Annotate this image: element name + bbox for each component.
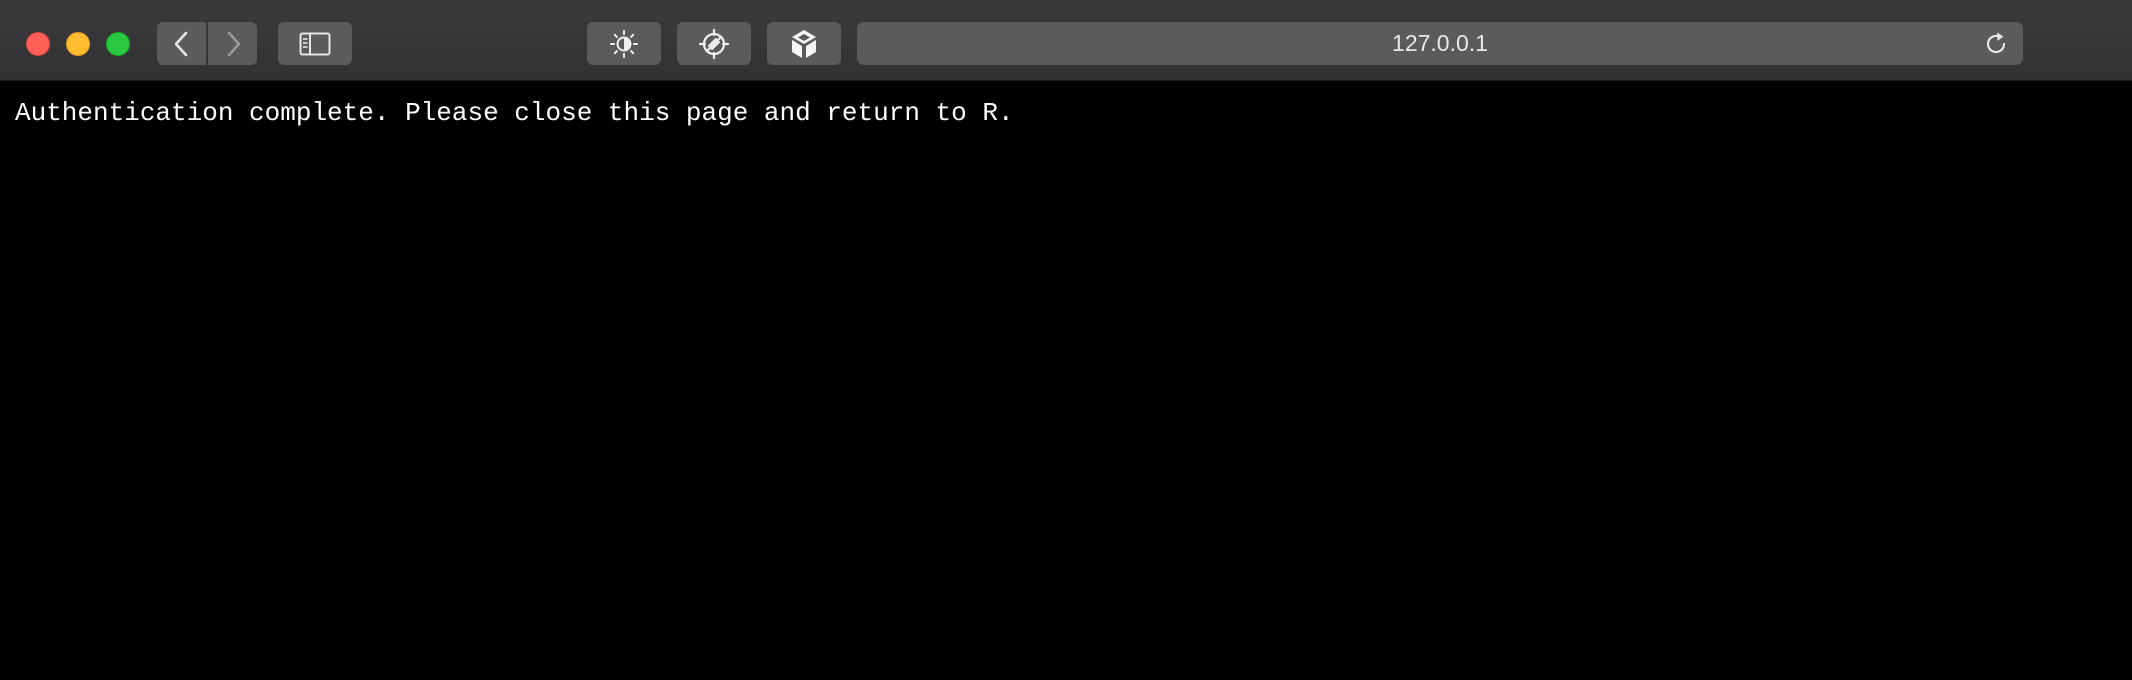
- maximize-window-button[interactable]: [106, 32, 130, 56]
- authentication-message: Authentication complete. Please close th…: [15, 98, 1014, 128]
- cube-extension-button[interactable]: [767, 22, 841, 65]
- chevron-left-icon: [174, 31, 187, 56]
- chevron-right-icon: [227, 31, 240, 56]
- back-button[interactable]: [157, 22, 206, 65]
- sidebar-icon: [299, 32, 331, 55]
- brightness-extension-button[interactable]: [587, 22, 661, 65]
- target-extension-button[interactable]: [677, 22, 751, 65]
- browser-window: 127.0.0.1 Authentication complete. Pleas…: [0, 0, 2132, 680]
- minimize-window-button[interactable]: [66, 32, 90, 56]
- forward-button[interactable]: [208, 22, 257, 65]
- address-bar[interactable]: 127.0.0.1: [857, 22, 2023, 65]
- target-blocked-icon: [698, 28, 730, 59]
- close-window-button[interactable]: [26, 32, 50, 56]
- reload-icon[interactable]: [1983, 31, 2009, 57]
- brightness-icon: [610, 29, 638, 58]
- sidebar-toggle-button[interactable]: [278, 22, 352, 65]
- cube-icon: [792, 29, 816, 58]
- browser-toolbar: 127.0.0.1: [0, 0, 2132, 81]
- url-text[interactable]: 127.0.0.1: [857, 22, 2023, 65]
- page-content: Authentication complete. Please close th…: [0, 81, 2132, 680]
